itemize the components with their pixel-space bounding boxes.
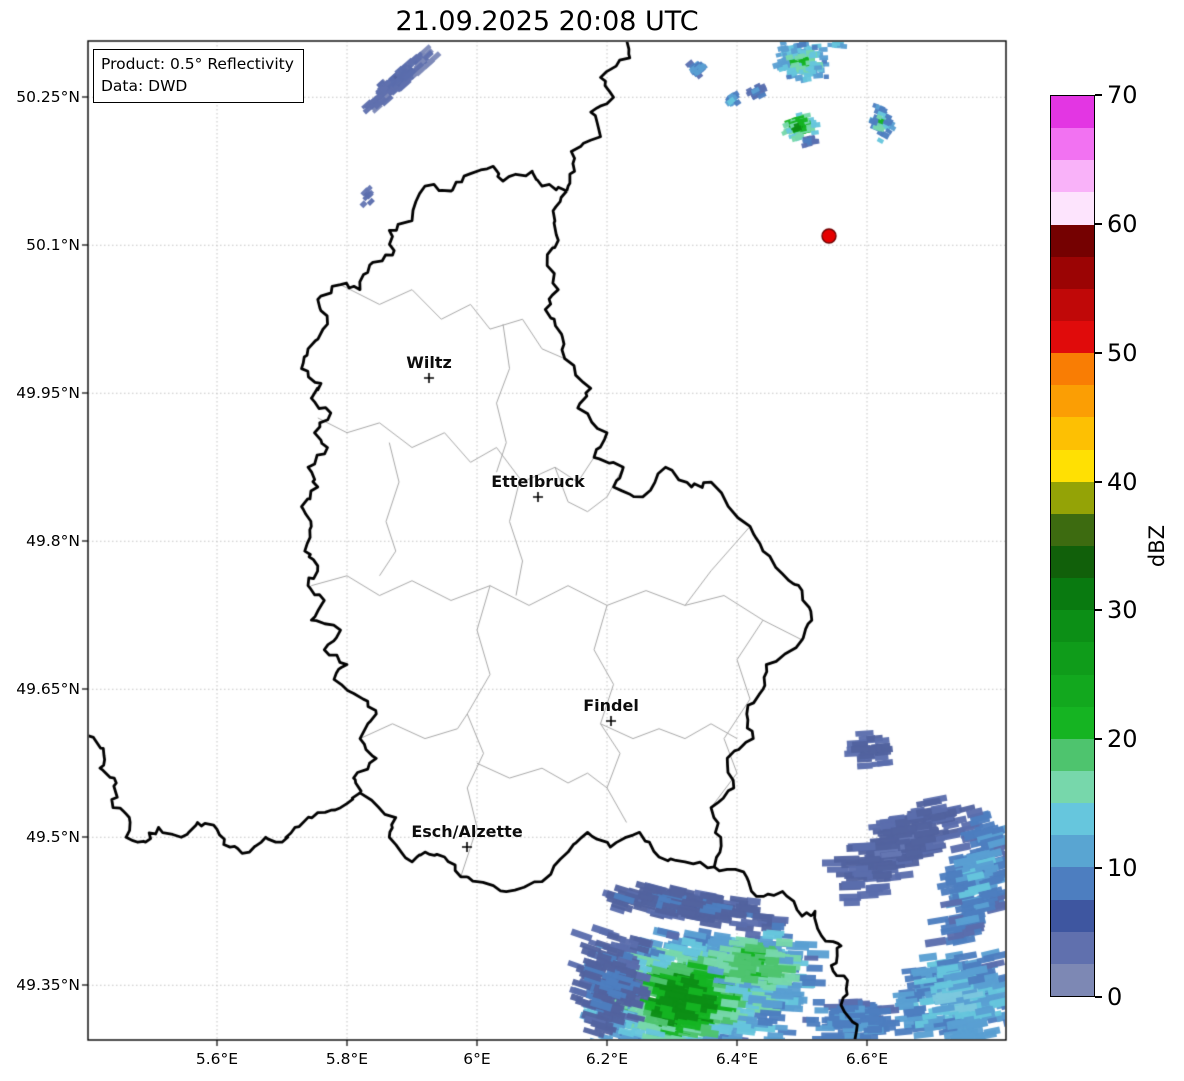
x-tick-label: 5.6°E bbox=[195, 1050, 239, 1068]
y-tick-label: 49.65°N bbox=[16, 680, 80, 698]
product-info-box: Product: 0.5° Reflectivity Data: DWD bbox=[93, 49, 304, 103]
city-label: Esch/Alzette bbox=[411, 822, 523, 841]
city-label: Wiltz bbox=[406, 353, 452, 372]
colorbar-band bbox=[1051, 288, 1094, 321]
colorbar-tick-label: 60 bbox=[1107, 209, 1138, 238]
colorbar-tick-mark bbox=[1095, 996, 1102, 998]
colorbar-band bbox=[1051, 706, 1094, 739]
x-tick-label: 6.4°E bbox=[715, 1050, 759, 1068]
y-tick-label: 50.25°N bbox=[16, 88, 80, 106]
colorbar-tick-label: 70 bbox=[1107, 81, 1138, 109]
colorbar-band bbox=[1051, 963, 1094, 996]
colorbar-band bbox=[1051, 449, 1094, 482]
colorbar-band bbox=[1051, 353, 1094, 386]
colorbar-band bbox=[1051, 385, 1094, 418]
x-tick-label: 6.6°E bbox=[845, 1050, 889, 1068]
city-label: Ettelbruck bbox=[491, 472, 585, 491]
y-tick-label: 49.8°N bbox=[26, 532, 80, 550]
colorbar-tick-mark bbox=[1095, 738, 1102, 741]
colorbar-band bbox=[1051, 160, 1094, 193]
colorbar-band bbox=[1051, 803, 1094, 836]
colorbar-tick-mark bbox=[1095, 609, 1102, 612]
colorbar-band bbox=[1051, 256, 1094, 289]
colorbar-band bbox=[1051, 481, 1094, 514]
colorbar-band bbox=[1051, 417, 1094, 450]
x-tick-label: 5.8°E bbox=[325, 1050, 369, 1068]
colorbar-band bbox=[1051, 835, 1094, 868]
colorbar-tick-label: 40 bbox=[1107, 467, 1138, 496]
y-tick-label: 49.5°N bbox=[26, 828, 80, 846]
colorbar-band bbox=[1051, 578, 1094, 611]
y-tick-label: 49.35°N bbox=[16, 976, 80, 994]
colorbar bbox=[1050, 95, 1095, 997]
x-tick-label: 6°E bbox=[463, 1050, 491, 1068]
colorbar-tick-label: 0 bbox=[1107, 983, 1123, 1011]
colorbar-tick-mark bbox=[1095, 480, 1102, 483]
colorbar-band bbox=[1051, 931, 1094, 964]
city-label: Findel bbox=[583, 696, 639, 715]
x-tick-label: 6.2°E bbox=[585, 1050, 629, 1068]
colorbar-band bbox=[1051, 642, 1094, 675]
colorbar-band bbox=[1051, 192, 1094, 225]
map-canvas bbox=[0, 0, 1184, 1081]
product-info-line1: Product: 0.5° Reflectivity bbox=[101, 55, 294, 73]
colorbar-tick-label: 20 bbox=[1107, 725, 1138, 754]
colorbar-band bbox=[1051, 770, 1094, 804]
colorbar-band bbox=[1051, 899, 1094, 932]
colorbar-axis-label: dBZ bbox=[1145, 524, 1169, 568]
colorbar-band bbox=[1051, 545, 1094, 579]
colorbar-band bbox=[1051, 674, 1094, 707]
colorbar-band bbox=[1051, 867, 1094, 900]
colorbar-tick-mark bbox=[1095, 222, 1102, 225]
colorbar-band bbox=[1051, 610, 1094, 643]
colorbar-band bbox=[1051, 128, 1094, 161]
colorbar-band bbox=[1051, 513, 1094, 546]
colorbar-tick-mark bbox=[1095, 351, 1102, 354]
colorbar-tick-label: 50 bbox=[1107, 338, 1138, 367]
colorbar-tick-label: 30 bbox=[1107, 596, 1138, 625]
colorbar-band bbox=[1051, 320, 1094, 354]
colorbar-band bbox=[1051, 96, 1094, 129]
y-tick-label: 49.95°N bbox=[16, 384, 80, 402]
radar-map-figure: 21.09.2025 20:08 UTC Product: 0.5° Refle… bbox=[0, 0, 1184, 1081]
page-title: 21.09.2025 20:08 UTC bbox=[395, 6, 699, 37]
colorbar-tick-label: 10 bbox=[1107, 854, 1138, 883]
colorbar-tick-mark bbox=[1095, 94, 1102, 96]
colorbar-band bbox=[1051, 224, 1094, 257]
y-tick-label: 50.1°N bbox=[26, 236, 80, 254]
product-info-line2: Data: DWD bbox=[101, 77, 188, 95]
colorbar-band bbox=[1051, 738, 1094, 771]
colorbar-tick-mark bbox=[1095, 867, 1102, 870]
